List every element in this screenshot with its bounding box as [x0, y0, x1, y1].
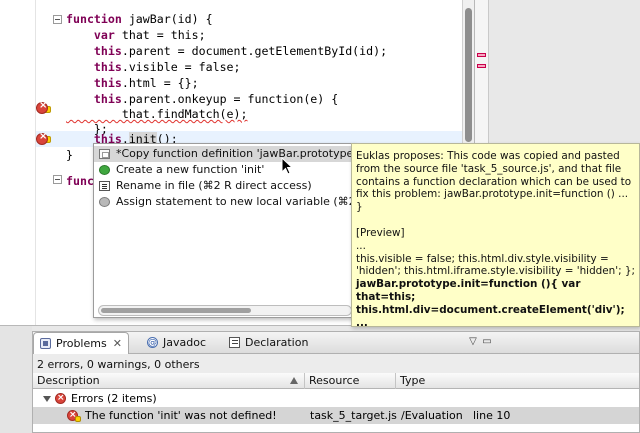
overview-error-mark[interactable] — [477, 53, 486, 57]
copy-icon — [99, 149, 110, 159]
close-icon[interactable]: ✕ — [113, 337, 122, 350]
javadoc-icon — [147, 332, 158, 354]
code-keyword: this — [93, 60, 122, 74]
code-line: that.findMatch(e); — [66, 107, 248, 122]
problem-path: /Evaluation — [401, 409, 463, 422]
preview-code: this.visible = false; this.html.div.styl… — [356, 252, 636, 278]
tab-label: Problems — [56, 337, 107, 350]
fold-toggle-icon[interactable] — [53, 175, 62, 184]
column-header-description[interactable]: Description — [33, 373, 305, 389]
assist-item-label: Rename in file (⌘2 R direct access) — [116, 179, 312, 192]
code-line: this.parent = document.getElementById(id… — [66, 44, 387, 59]
assist-item-label: Assign statement to new local variable (… — [116, 195, 356, 208]
group-label: Errors (2 items) — [71, 392, 157, 405]
problem-resource: task_5_target.js — [310, 409, 397, 422]
problems-table[interactable]: Description Resource Type Errors (2 item… — [33, 373, 639, 432]
code-text: .parent = document.getElementById(id); — [121, 44, 388, 58]
preview-label: [Preview] — [356, 226, 405, 239]
mouse-pointer-icon — [281, 157, 294, 175]
left-window-edge — [0, 326, 32, 433]
code-line: function jawBar(id) { — [66, 12, 213, 27]
tab-problems[interactable]: Problems ✕ — [33, 332, 129, 354]
proposal-info-panel: Euklas proposes: This code was copied an… — [351, 143, 640, 327]
problems-group-row[interactable]: Errors (2 items) — [33, 390, 639, 407]
error-marker-icon[interactable] — [36, 131, 48, 145]
error-marker-icon[interactable] — [36, 100, 48, 114]
problem-description: The function 'init' was not defined! — [85, 409, 277, 422]
code-keyword: this — [93, 92, 122, 106]
problems-view: Problems ✕ Javadoc Declaration ▽ ▭ 2 erro… — [32, 331, 640, 433]
code-line: this.html = {}; — [66, 76, 199, 91]
code-keyword: var — [93, 28, 115, 42]
overview-error-mark[interactable] — [477, 64, 486, 68]
assign-icon — [99, 197, 110, 207]
code-keyword: this — [93, 76, 122, 90]
column-header-resource[interactable]: Resource — [305, 373, 396, 389]
scrollbar-thumb[interactable] — [101, 308, 251, 313]
assist-item-label: *Copy function definition 'jawBar.protot… — [116, 147, 356, 160]
code-text-with-error: that.findMatch(e); — [66, 107, 248, 121]
assist-horizontal-scrollbar[interactable] — [98, 305, 352, 316]
error-icon — [55, 390, 66, 407]
preview-ellipsis: ... — [356, 239, 366, 252]
code-line: this.parent.onkeyup = function(e) { — [66, 92, 338, 107]
column-label: Description — [37, 374, 100, 387]
code-keyword: func — [66, 174, 94, 188]
preview-code-inserted: jawBar.prototype.init=function (){ var t… — [356, 278, 625, 327]
code-keyword: function — [66, 12, 122, 26]
code-line: this.visible = false; — [66, 60, 241, 75]
tab-label: Javadoc — [163, 336, 206, 349]
column-label: Resource — [309, 374, 360, 387]
assist-item-copy-function[interactable]: *Copy function definition 'jawBar.protot… — [94, 146, 356, 162]
table-row[interactable]: The function 'init' was not defined! tas… — [33, 407, 639, 424]
column-label: Type — [400, 374, 426, 387]
code-text: .html = {}; — [121, 76, 199, 90]
problems-icon — [40, 338, 51, 349]
tab-label: Declaration — [245, 336, 309, 349]
quick-fix-popup[interactable]: *Copy function definition 'jawBar.protot… — [93, 143, 356, 318]
code-line: } — [66, 148, 73, 163]
code-text: that = this; — [114, 28, 206, 42]
code-text: .visible = false; — [121, 60, 241, 74]
code-keyword: this — [93, 44, 122, 58]
maximize-icon[interactable]: ▭ — [481, 336, 493, 348]
tab-javadoc[interactable]: Javadoc — [141, 332, 217, 354]
fold-toggle-icon[interactable] — [53, 15, 62, 24]
view-tab-bar: Problems ✕ Javadoc Declaration ▽ ▭ — [33, 332, 639, 354]
declaration-icon — [229, 337, 240, 348]
code-text: .parent.onkeyup = function(e) { — [121, 92, 339, 106]
minimize-icon[interactable]: ▽ — [467, 336, 479, 348]
assist-item-label: Create a new function 'init' — [116, 163, 265, 176]
problems-summary: 2 errors, 0 warnings, 0 others — [37, 358, 200, 371]
assist-item-create-function[interactable]: Create a new function 'init' — [94, 162, 355, 178]
code-text: } — [66, 148, 73, 162]
table-header: Description Resource Type — [33, 373, 639, 389]
scrollbar-thumb[interactable] — [465, 8, 472, 142]
rename-icon — [99, 181, 110, 191]
proposal-description: Euklas proposes: This code was copied an… — [356, 150, 632, 214]
code-text: jawBar(id) { — [121, 12, 213, 26]
assist-item-rename[interactable]: Rename in file (⌘2 R direct access) — [94, 178, 355, 194]
expand-triangle-icon[interactable] — [43, 396, 51, 402]
vertical-ruler — [0, 0, 36, 325]
quick-fix-bulb-icon — [75, 416, 81, 422]
code-line: var that = this; — [66, 28, 206, 43]
assist-item-assign-variable[interactable]: Assign statement to new local variable (… — [94, 194, 356, 210]
problem-location: line 10 — [473, 409, 511, 422]
sort-ascending-icon — [290, 377, 298, 384]
tab-declaration[interactable]: Declaration — [223, 332, 319, 354]
column-header-type[interactable]: Type — [396, 373, 639, 389]
create-function-icon — [99, 165, 110, 175]
code-line: func — [66, 174, 94, 189]
